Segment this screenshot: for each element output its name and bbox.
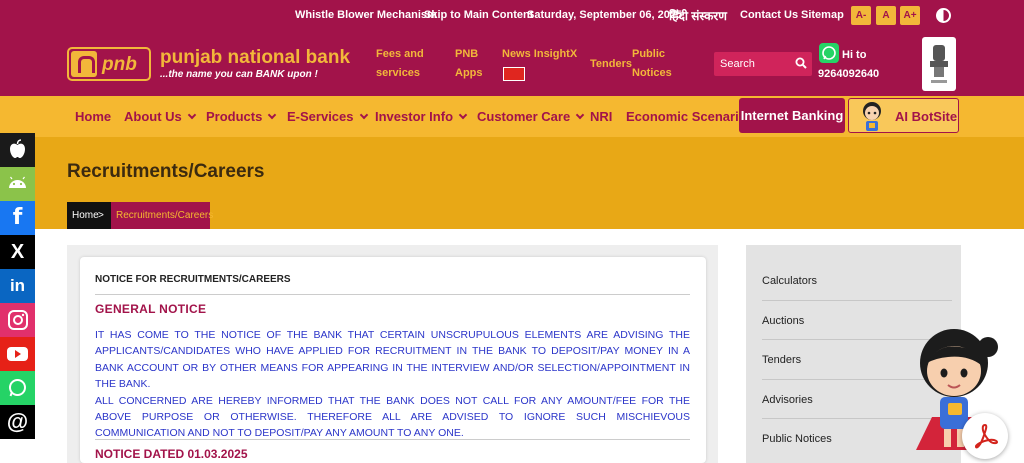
- nav-products-label: Products: [206, 109, 263, 124]
- main-navigation: Home About Us Products E-Services Invest…: [0, 96, 1024, 137]
- x-icon[interactable]: X: [0, 235, 35, 269]
- breadcrumb-home[interactable]: Home: [67, 202, 111, 229]
- threads-icon[interactable]: @: [0, 405, 35, 439]
- new-badge-icon: [503, 67, 525, 81]
- bank-tagline: ...the name you can BANK upon !: [160, 69, 318, 80]
- notice-dated-title[interactable]: NOTICE DATED 01.03.2025: [95, 447, 248, 461]
- nav-investor-info[interactable]: Investor Info: [375, 109, 468, 124]
- fees-link-line2: services: [376, 67, 421, 79]
- facebook-icon[interactable]: f: [0, 201, 35, 235]
- ai-botsite-button[interactable]: AI BotSite: [848, 98, 959, 133]
- pnb-logo-mark-icon: [71, 51, 97, 77]
- nav-eservices-label: E-Services: [287, 109, 354, 124]
- skip-to-main-link[interactable]: Skip to Main Content: [424, 9, 533, 21]
- nav-e-services[interactable]: E-Services: [287, 109, 368, 124]
- whatsapp-text[interactable]: Hi to: [842, 46, 866, 65]
- fees-link-line1: Fees and: [376, 48, 424, 60]
- nav-investor-label: Investor Info: [375, 109, 454, 124]
- pnb-apps-link[interactable]: PNB Apps: [455, 45, 483, 83]
- breadcrumb-current: Recruitments/Careers: [111, 202, 213, 229]
- logo-text: pnb: [102, 54, 137, 75]
- contrast-icon[interactable]: [936, 8, 951, 23]
- public-link-line1: Public: [632, 48, 666, 60]
- sidebar-item-public-notices[interactable]: Public Notices: [762, 433, 832, 445]
- tenders-link[interactable]: Tenders: [590, 55, 632, 74]
- sidebar-item-tenders[interactable]: Tenders: [762, 354, 801, 366]
- notice-paragraph: IT HAS COME TO THE NOTICE OF THE BANK TH…: [95, 329, 690, 391]
- hindi-version-link[interactable]: हिंदी संस्करण: [669, 7, 727, 24]
- chevron-down-icon: [575, 110, 585, 120]
- sidebar-item-advisories[interactable]: Advisories: [762, 394, 813, 406]
- general-notice-body: IT HAS COME TO THE NOTICE OF THE BANK TH…: [95, 327, 690, 442]
- general-notice-title: GENERAL NOTICE: [95, 302, 207, 316]
- page-title: Recruitments/Careers: [67, 161, 265, 182]
- whatsapp-number[interactable]: 9264092640: [818, 65, 879, 84]
- whatsapp-chat-icon[interactable]: [819, 43, 839, 63]
- search-placeholder: Search: [720, 58, 755, 70]
- divider: [95, 439, 690, 440]
- nav-about-label: About Us: [124, 109, 182, 124]
- ai-botsite-label: AI BotSite: [895, 109, 958, 124]
- font-increase-button[interactable]: A+: [900, 6, 920, 25]
- notice-card-heading: NOTICE FOR RECRUITMENTS/CAREERS: [95, 274, 291, 285]
- breadcrumb-separator: >: [98, 210, 104, 221]
- pdf-icon: [974, 423, 999, 449]
- nav-products[interactable]: Products: [206, 109, 277, 124]
- bot-avatar-icon: [863, 102, 881, 131]
- instagram-icon[interactable]: [0, 303, 35, 337]
- current-date: Saturday, September 06, 2025: [527, 9, 683, 21]
- whatsapp-icon[interactable]: [0, 371, 35, 405]
- youtube-icon[interactable]: [0, 337, 35, 371]
- font-decrease-button[interactable]: A-: [851, 6, 871, 25]
- divider: [762, 300, 952, 301]
- apple-icon[interactable]: [0, 133, 35, 167]
- font-normal-button[interactable]: A: [876, 6, 896, 25]
- chevron-down-icon: [458, 110, 468, 120]
- apps-link-line2: Apps: [455, 67, 483, 79]
- chevron-down-icon: [187, 110, 197, 120]
- search-input[interactable]: Search: [714, 52, 812, 76]
- android-icon[interactable]: [0, 167, 35, 201]
- bank-name: punjab national bank: [160, 47, 351, 68]
- fees-and-services-link[interactable]: Fees and services: [376, 45, 424, 83]
- public-link-line2: Notices: [632, 67, 672, 79]
- notice-paragraph: ALL CONCERNED ARE HEREBY INFORMED THAT T…: [95, 394, 690, 440]
- top-utility-bar: Whistle Blower Mechanism Skip to Main Co…: [0, 0, 1024, 31]
- linkedin-icon[interactable]: in: [0, 269, 35, 303]
- pdf-download-button[interactable]: [962, 413, 1008, 459]
- news-insightx-link[interactable]: News InsightX: [502, 45, 577, 64]
- sitemap-link[interactable]: Sitemap: [801, 9, 844, 21]
- national-emblem-icon: [922, 37, 956, 91]
- pnb-logo[interactable]: pnb: [67, 47, 151, 81]
- divider: [95, 294, 690, 295]
- sidebar-item-auctions[interactable]: Auctions: [762, 315, 804, 327]
- site-header: pnb punjab national bank ...the name you…: [0, 31, 1024, 96]
- nav-customer-care[interactable]: Customer Care: [477, 109, 585, 124]
- apps-link-line1: PNB: [455, 48, 479, 60]
- nav-customer-label: Customer Care: [477, 109, 571, 124]
- sidebar-item-calculators[interactable]: Calculators: [762, 275, 817, 287]
- search-icon[interactable]: [795, 57, 807, 69]
- nav-nri[interactable]: NRI: [590, 109, 612, 124]
- chevron-down-icon: [359, 110, 368, 120]
- internet-banking-button[interactable]: Internet Banking: [739, 98, 845, 133]
- contact-us-link[interactable]: Contact Us: [740, 9, 798, 21]
- nav-about-us[interactable]: About Us: [124, 109, 197, 124]
- chevron-down-icon: [268, 110, 277, 120]
- public-notices-link[interactable]: Public Notices: [632, 45, 672, 83]
- nav-economic-scenario[interactable]: Economic Scenario: [626, 109, 747, 124]
- whistle-blower-link[interactable]: Whistle Blower Mechanism: [295, 9, 437, 21]
- nav-home[interactable]: Home: [75, 109, 111, 124]
